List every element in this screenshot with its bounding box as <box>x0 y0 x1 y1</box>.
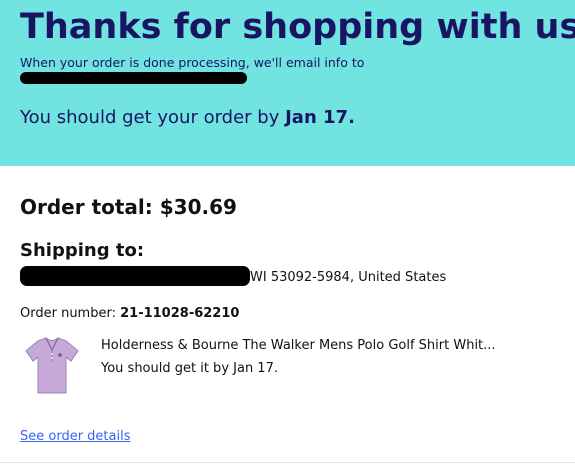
order-total: Order total: $30.69 <box>20 195 237 219</box>
shipping-heading: Shipping to: <box>20 240 145 261</box>
redacted-email <box>20 72 247 84</box>
polo-shirt-icon <box>20 333 84 397</box>
see-order-details-link[interactable]: See order details <box>20 429 131 444</box>
redacted-address <box>20 266 250 286</box>
delivery-estimate: You should get your order by Jan 17. <box>20 107 355 128</box>
confirmation-banner: Thanks for shopping with us! When your o… <box>0 0 575 166</box>
item-delivery-estimate: You should get it by Jan 17. <box>101 361 278 376</box>
thanks-heading: Thanks for shopping with us! <box>20 7 575 47</box>
order-number-value: 21-11028-62210 <box>120 306 240 321</box>
delivery-prefix: You should get your order by <box>20 107 280 128</box>
order-number: Order number: 21-11028-62210 <box>20 306 239 321</box>
item-thumbnail[interactable] <box>20 333 84 397</box>
shipping-address: WI 53092-5984, United States <box>250 270 447 285</box>
delivery-date: Jan 17. <box>285 107 355 128</box>
divider <box>0 462 575 463</box>
email-notice: When your order is done processing, we'l… <box>20 55 365 70</box>
item-title[interactable]: Holderness & Bourne The Walker Mens Polo… <box>101 338 496 353</box>
order-number-label: Order number: <box>20 306 116 321</box>
